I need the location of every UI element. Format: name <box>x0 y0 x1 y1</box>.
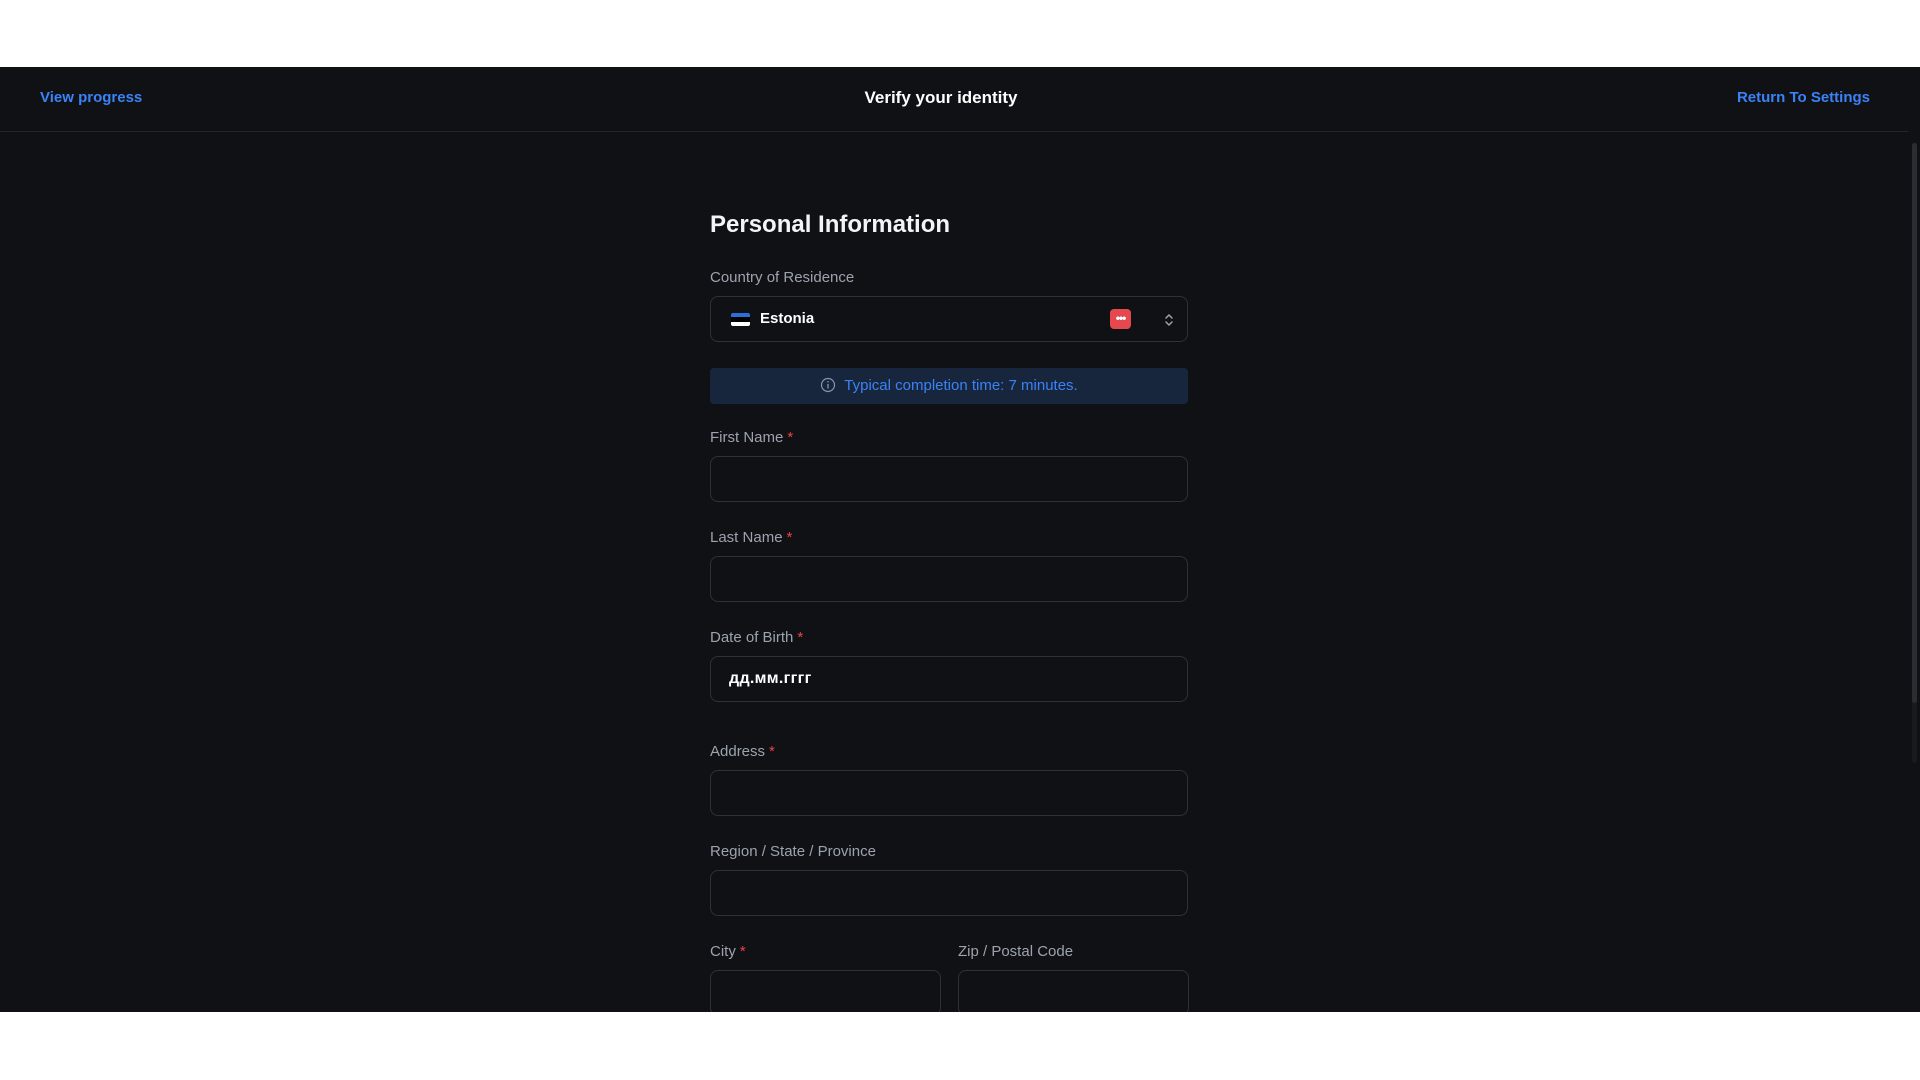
first-name-label: First Name * <box>710 429 793 446</box>
chevron-up-down-icon <box>1165 313 1173 327</box>
estonia-flag-icon <box>731 313 750 326</box>
last-name-field[interactable] <box>710 556 1188 602</box>
city-field[interactable] <box>710 970 941 1012</box>
required-marker: * <box>769 743 775 760</box>
banner-text: Typical completion time: 7 minutes. <box>844 377 1078 394</box>
first-name-field[interactable] <box>710 456 1188 502</box>
app-window: View progress Verify your identity Retur… <box>0 67 1920 1012</box>
info-icon <box>821 377 836 393</box>
city-label: City * <box>710 943 746 960</box>
page-title: Verify your identity <box>864 88 1018 107</box>
country-select[interactable]: Estonia ••• <box>710 296 1188 342</box>
region-input[interactable] <box>711 871 1187 915</box>
return-to-settings-link[interactable]: Return To Settings <box>1737 89 1870 106</box>
required-marker: * <box>797 629 804 646</box>
top-bar: View progress Verify your identity Retur… <box>0 67 1908 132</box>
dob-label-text: Date of Birth <box>710 629 794 646</box>
zip-label: Zip / Postal Code <box>958 943 1074 960</box>
address-label-text: Address <box>710 743 766 760</box>
city-label-text: City <box>710 943 736 960</box>
required-marker: * <box>739 943 746 960</box>
section-heading: Personal Information <box>710 211 951 238</box>
password-manager-icon[interactable]: ••• <box>1110 309 1131 329</box>
region-label: Region / State / Province <box>710 843 876 860</box>
country-label: Country of Residence <box>710 269 855 286</box>
dob-input[interactable]: дд.мм.гггг <box>729 670 812 688</box>
region-field[interactable] <box>710 870 1188 916</box>
address-field[interactable] <box>710 770 1188 816</box>
dob-field[interactable]: дд.мм.гггг <box>710 656 1188 702</box>
zip-field[interactable] <box>958 970 1189 1012</box>
first-name-label-text: First Name <box>710 429 784 446</box>
completion-time-banner: Typical completion time: 7 minutes. <box>710 368 1188 404</box>
address-label: Address * <box>710 743 775 760</box>
required-marker: * <box>786 529 793 546</box>
first-name-input[interactable] <box>711 457 1187 501</box>
address-input[interactable] <box>711 771 1187 815</box>
city-input[interactable] <box>711 971 940 1012</box>
dob-label: Date of Birth * <box>710 629 803 646</box>
last-name-input[interactable] <box>711 557 1187 601</box>
zip-input[interactable] <box>959 971 1188 1012</box>
scrollbar-thumb[interactable] <box>1912 143 1917 703</box>
last-name-label-text: Last Name <box>710 529 783 546</box>
required-marker: * <box>787 429 794 446</box>
country-value: Estonia <box>760 310 815 327</box>
scrollbar[interactable] <box>1908 67 1920 1012</box>
last-name-label: Last Name * <box>710 529 792 546</box>
